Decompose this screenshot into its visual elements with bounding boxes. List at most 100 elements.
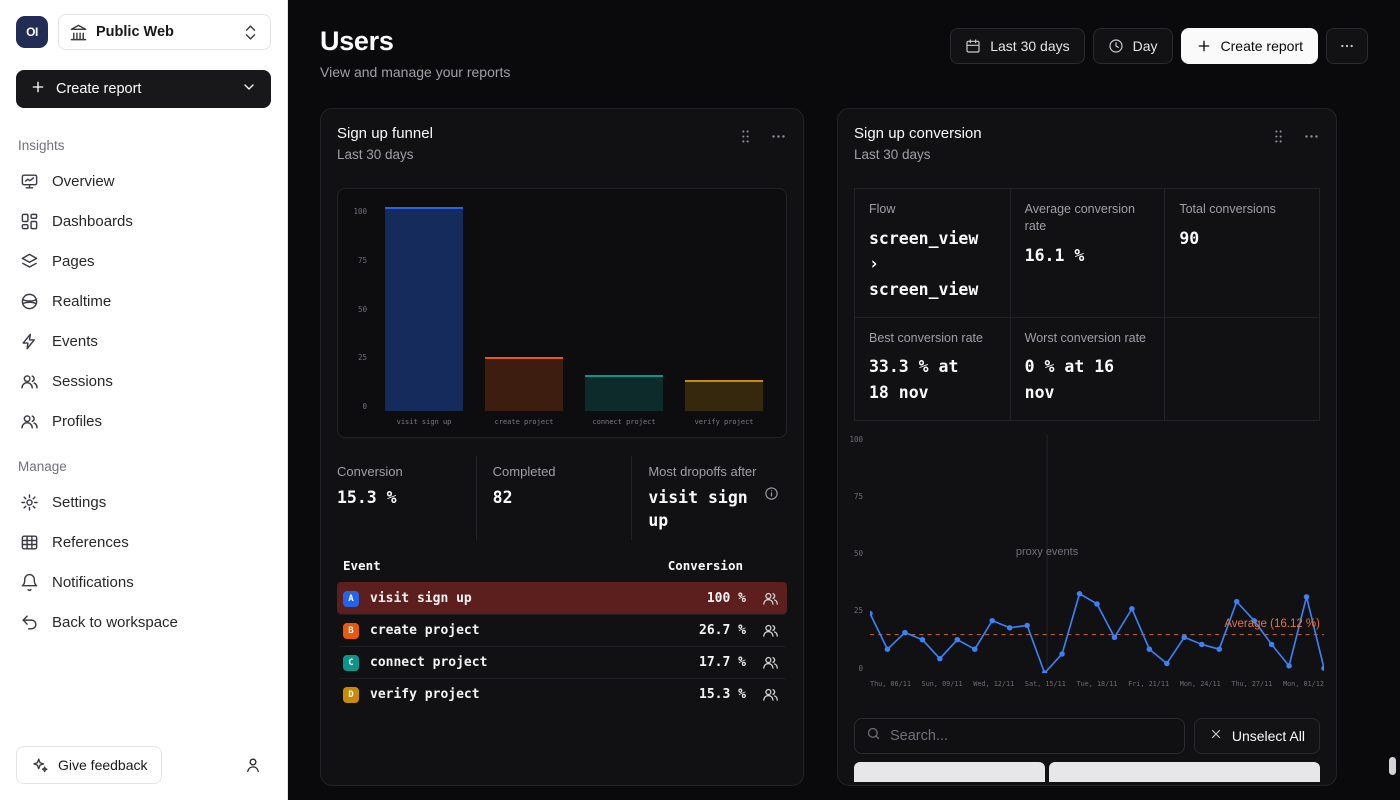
drag-handle-icon[interactable]	[737, 128, 754, 150]
search-input[interactable]	[890, 728, 1173, 744]
sidebar-item-events[interactable]: Events	[16, 321, 271, 361]
unselect-all-button[interactable]: Unselect All	[1194, 718, 1320, 754]
column-header-conversion: Conversion	[668, 558, 743, 573]
clock-icon	[1108, 38, 1124, 54]
sidebar-item-label: Profiles	[52, 413, 102, 430]
stat-flow: Flow screen_view › screen_view	[855, 189, 1010, 317]
funnel-bar[interactable]: visit sign up	[376, 207, 472, 411]
funnel-bar[interactable]: verify project	[676, 207, 772, 411]
event-name: verify project	[370, 687, 699, 702]
workspace-selector[interactable]: Public Web	[58, 14, 271, 50]
event-name: connect project	[370, 655, 699, 670]
create-report-button-header[interactable]: Create report	[1181, 28, 1318, 64]
sidebar-item-references[interactable]: References	[16, 522, 271, 562]
table-row[interactable]: A visit sign up 100 %	[337, 582, 787, 614]
stat-conversion: Conversion 15.3 %	[337, 456, 476, 540]
line-chart-plot[interactable]: proxy events Average (16.12 %)	[870, 435, 1324, 673]
sidebar-item-overview[interactable]: Overview	[16, 161, 271, 201]
card-menu-icon[interactable]	[1303, 128, 1320, 150]
plus-icon	[1196, 38, 1212, 54]
sidebar-item-label: Realtime	[52, 293, 111, 310]
plus-icon	[30, 79, 46, 99]
card-menu-icon[interactable]	[770, 128, 787, 150]
app-logo[interactable]: OI	[16, 16, 48, 48]
more-options-button[interactable]	[1326, 28, 1368, 64]
sidebar-item-pages[interactable]: Pages	[16, 241, 271, 281]
card-subtitle: Last 30 days	[854, 147, 982, 162]
bell-icon	[20, 573, 39, 592]
sidebar-item-label: Back to workspace	[52, 614, 178, 631]
column-header-event: Event	[343, 558, 381, 573]
create-report-label: Create report	[56, 81, 141, 97]
conversion-report-card: Sign up conversion Last 30 days Flow scr…	[837, 108, 1337, 786]
date-range-button[interactable]: Last 30 days	[950, 28, 1084, 64]
users-icon[interactable]	[762, 590, 779, 607]
drag-handle-icon[interactable]	[1270, 128, 1287, 150]
zap-icon	[20, 332, 39, 351]
sidebar-item-profiles[interactable]: Profiles	[16, 401, 271, 441]
dashboard-icon	[20, 212, 39, 231]
profile-button[interactable]	[235, 747, 271, 783]
funnel-bar-label: connect project	[592, 418, 655, 426]
ellipsis-icon	[1339, 38, 1355, 54]
date-range-label: Last 30 days	[990, 38, 1069, 54]
page-scrollbar-thumb[interactable]	[1389, 757, 1396, 775]
give-feedback-button[interactable]: Give feedback	[16, 746, 162, 784]
grid-table-icon	[20, 533, 39, 552]
gear-icon	[20, 493, 39, 512]
series-row-cell[interactable]	[854, 762, 1045, 782]
page-subtitle: View and manage your reports	[320, 64, 510, 80]
series-list-partial	[854, 762, 1320, 782]
sidebar-item-label: Notifications	[52, 574, 134, 591]
conversion-line-chart: 100 75 50 25 0 proxy events Average (16.…	[846, 435, 1324, 688]
sidebar-item-back-to-workspace[interactable]: Back to workspace	[16, 602, 271, 642]
card-subtitle: Last 30 days	[337, 147, 433, 162]
sidebar-item-dashboards[interactable]: Dashboards	[16, 201, 271, 241]
sidebar-item-label: Pages	[52, 253, 95, 270]
workspace-name: Public Web	[96, 24, 174, 40]
page-title: Users	[320, 26, 510, 57]
sidebar-item-realtime[interactable]: Realtime	[16, 281, 271, 321]
funnel-bar[interactable]: create project	[476, 207, 572, 411]
table-row[interactable]: B create project 26.7 %	[337, 614, 787, 646]
give-feedback-label: Give feedback	[58, 757, 148, 773]
series-row-cell[interactable]	[1049, 762, 1320, 782]
step-badge: A	[343, 591, 359, 607]
info-icon[interactable]	[764, 486, 779, 532]
conversion-value: 15.3 %	[699, 687, 746, 702]
sidebar-item-label: Events	[52, 333, 98, 350]
table-row[interactable]: C connect project 17.7 %	[337, 646, 787, 678]
stat-completed: Completed 82	[476, 456, 632, 540]
main-content: Users View and manage your reports Last …	[288, 0, 1400, 800]
sidebar-item-settings[interactable]: Settings	[16, 482, 271, 522]
step-badge: C	[343, 655, 359, 671]
users-icon[interactable]	[762, 654, 779, 671]
sidebar-item-label: References	[52, 534, 129, 551]
undo-arrow-icon	[20, 613, 39, 632]
stat-best-rate: Best conversion rate 33.3 % at 18 nov	[855, 317, 1010, 420]
sidebar-item-label: Overview	[52, 173, 115, 190]
sidebar: OI Public Web Create report Insights Ove…	[0, 0, 288, 800]
conversion-value: 26.7 %	[699, 623, 746, 638]
sidebar-item-sessions[interactable]: Sessions	[16, 361, 271, 401]
funnel-bar[interactable]: connect project	[576, 207, 672, 411]
interval-button[interactable]: Day	[1093, 28, 1173, 64]
table-row[interactable]: D verify project 15.3 %	[337, 678, 787, 710]
line-chart-x-axis: Thu, 06/11 Sun, 09/11 Wed, 12/11 Sat, 15…	[846, 673, 1324, 688]
stat-total-conversions: Total conversions 90	[1164, 189, 1319, 317]
conversion-value: 17.7 %	[699, 655, 746, 670]
chevron-down-icon	[241, 79, 257, 99]
users-icon	[20, 372, 39, 391]
users-icon[interactable]	[762, 686, 779, 703]
create-report-button-sidebar[interactable]: Create report	[16, 70, 271, 108]
sidebar-item-notifications[interactable]: Notifications	[16, 562, 271, 602]
funnel-y-axis: 100 75 50 25 0	[348, 207, 374, 411]
funnel-bar-chart: 100 75 50 25 0 visit sign up create proj…	[337, 188, 787, 438]
card-title: Sign up funnel	[337, 125, 433, 142]
users-icon[interactable]	[762, 622, 779, 639]
funnel-bar-label: verify project	[694, 418, 753, 426]
funnel-bar-label: create project	[494, 418, 553, 426]
conversion-stats-grid: Flow screen_view › screen_view Average c…	[854, 188, 1320, 421]
line-chart-y-axis: 100 75 50 25 0	[846, 435, 870, 673]
stat-worst-rate: Worst conversion rate 0 % at 16 nov	[1010, 317, 1165, 420]
